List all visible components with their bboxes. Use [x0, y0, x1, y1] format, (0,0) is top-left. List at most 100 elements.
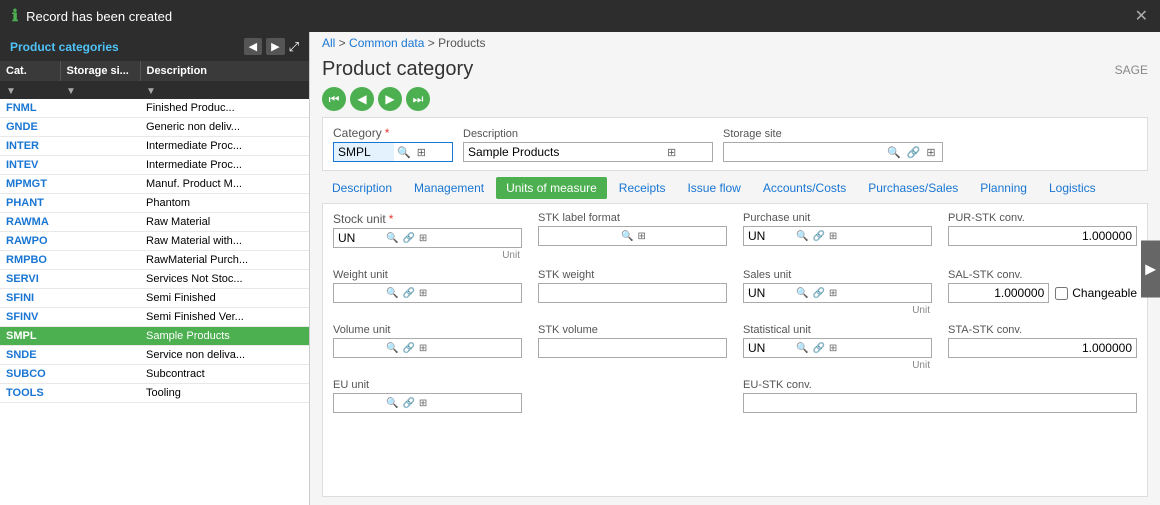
nav-last-button[interactable]: ⏭ — [406, 87, 430, 111]
row-cat: SNDE — [0, 346, 60, 365]
storage-list-icon[interactable]: ⊞ — [923, 146, 938, 159]
stk-weight-input[interactable] — [539, 284, 726, 302]
weight-unit-list-icon[interactable]: ⊞ — [417, 288, 429, 299]
nav-prev-button[interactable]: ◀ — [244, 38, 262, 55]
stock-unit-link-icon[interactable]: 🔗 — [400, 233, 416, 244]
tab-purchases-sales[interactable]: Purchases/Sales — [858, 177, 968, 199]
storage-link-icon[interactable]: 🔗 — [904, 146, 924, 159]
row-cat: MPMGT — [0, 175, 60, 194]
table-row[interactable]: INTERIntermediate Proc... — [0, 137, 309, 156]
sales-unit-list-icon[interactable]: ⊞ — [827, 288, 839, 299]
changeable-checkbox[interactable] — [1055, 287, 1068, 300]
table-row[interactable]: SERVIServices Not Stoc... — [0, 270, 309, 289]
stock-unit-list-icon[interactable]: ⊞ — [417, 233, 429, 244]
category-search-icon[interactable]: 🔍 — [394, 146, 414, 159]
filter-desc-icon[interactable]: ▼ — [146, 86, 156, 97]
statistical-unit-input[interactable] — [744, 339, 794, 357]
eu-unit-link-icon[interactable]: 🔗 — [400, 398, 416, 409]
filter-storage-icon[interactable]: ▼ — [66, 86, 76, 97]
stk-label-format-input[interactable] — [539, 227, 619, 245]
row-storage — [60, 251, 140, 270]
stock-unit-label: Stock unit * — [333, 212, 522, 226]
tab-issue-flow[interactable]: Issue flow — [677, 177, 750, 199]
sta-stk-conv-input[interactable] — [949, 339, 1136, 357]
description-input[interactable] — [464, 143, 664, 161]
stk-label-search-icon[interactable]: 🔍 — [619, 231, 635, 242]
stock-unit-search-icon[interactable]: 🔍 — [384, 233, 400, 244]
close-notification-button[interactable]: ✕ — [1135, 6, 1148, 26]
eu-stk-conv-input[interactable] — [744, 394, 1136, 412]
table-row[interactable]: RAWMARaw Material — [0, 213, 309, 232]
breadcrumb-common-data[interactable]: Common data — [349, 36, 424, 50]
table-row[interactable]: MPMGTManuf. Product M... — [0, 175, 309, 194]
volume-unit-group: Volume unit 🔍 🔗 ⊞ — [333, 324, 522, 371]
expand-button[interactable]: ⤢ — [289, 39, 299, 55]
tab-accounts-costs[interactable]: Accounts/Costs — [753, 177, 856, 199]
table-row[interactable]: SFINVSemi Finished Ver... — [0, 308, 309, 327]
tab-description[interactable]: Description — [322, 177, 402, 199]
statistical-unit-link-icon[interactable]: 🔗 — [810, 343, 826, 354]
eu-unit-input[interactable] — [334, 394, 384, 412]
breadcrumb-all[interactable]: All — [322, 36, 335, 50]
volume-unit-search-icon[interactable]: 🔍 — [384, 343, 400, 354]
tab-receipts[interactable]: Receipts — [609, 177, 676, 199]
stock-unit-input[interactable] — [334, 229, 384, 247]
right-panel: All > Common data > Products Product cat… — [310, 32, 1160, 505]
stk-label-list-icon[interactable]: ⊞ — [635, 231, 647, 242]
table-row[interactable]: TOOLSTooling — [0, 384, 309, 403]
stk-volume-input[interactable] — [539, 339, 726, 357]
sales-unit-search-icon[interactable]: 🔍 — [794, 288, 810, 299]
sal-stk-conv-label: SAL-STK conv. — [948, 269, 1137, 281]
pur-stk-conv-input-row — [948, 226, 1137, 246]
storage-search-icon[interactable]: 🔍 — [884, 146, 904, 159]
purchase-unit-input[interactable] — [744, 227, 794, 245]
volume-unit-link-icon[interactable]: 🔗 — [400, 343, 416, 354]
description-expand-icon[interactable]: ⊞ — [664, 146, 679, 159]
purchase-unit-search-icon[interactable]: 🔍 — [794, 231, 810, 242]
table-row[interactable]: RMPBORawMaterial Purch... — [0, 251, 309, 270]
eu-unit-search-icon[interactable]: 🔍 — [384, 398, 400, 409]
pur-stk-conv-input[interactable] — [949, 227, 1136, 245]
filter-cat-icon[interactable]: ▼ — [6, 86, 16, 97]
tab-units-of-measure[interactable]: Units of measure — [496, 177, 607, 199]
table-row[interactable]: FNMLFinished Produc... — [0, 99, 309, 118]
nav-back-button[interactable]: ◀ — [350, 87, 374, 111]
purchase-unit-list-icon[interactable]: ⊞ — [827, 231, 839, 242]
tab-management[interactable]: Management — [404, 177, 494, 199]
statistical-unit-list-icon[interactable]: ⊞ — [827, 343, 839, 354]
category-field: Category * 🔍 ⊞ — [333, 126, 453, 162]
sal-stk-conv-input[interactable] — [949, 284, 1048, 302]
table-row[interactable]: SNDEService non deliva... — [0, 346, 309, 365]
row-cat: SERVI — [0, 270, 60, 289]
table-row[interactable]: SMPLSample Products — [0, 327, 309, 346]
row-storage — [60, 327, 140, 346]
purchase-unit-label: Purchase unit — [743, 212, 932, 224]
weight-unit-input[interactable] — [334, 284, 384, 302]
table-row[interactable]: RAWPORaw Material with... — [0, 232, 309, 251]
tab-planning[interactable]: Planning — [970, 177, 1037, 199]
row-description: Intermediate Proc... — [140, 137, 309, 156]
sales-unit-input[interactable] — [744, 284, 794, 302]
category-list-icon[interactable]: ⊞ — [414, 146, 429, 159]
storage-site-input[interactable] — [724, 143, 884, 161]
sales-unit-link-icon[interactable]: 🔗 — [810, 288, 826, 299]
nav-next-button[interactable]: ▶ — [266, 38, 284, 55]
nav-forward-button[interactable]: ▶ — [378, 87, 402, 111]
statistical-unit-search-icon[interactable]: 🔍 — [794, 343, 810, 354]
purchase-unit-link-icon[interactable]: 🔗 — [810, 231, 826, 242]
table-row[interactable]: INTEVIntermediate Proc... — [0, 156, 309, 175]
nav-first-button[interactable]: ⏮ — [322, 87, 346, 111]
tab-logistics[interactable]: Logistics — [1039, 177, 1106, 199]
right-scroll-button[interactable]: ▶ — [1141, 240, 1160, 297]
table-row[interactable]: PHANTPhantom — [0, 194, 309, 213]
eu-unit-list-icon[interactable]: ⊞ — [417, 398, 429, 409]
weight-unit-search-icon[interactable]: 🔍 — [384, 288, 400, 299]
weight-unit-link-icon[interactable]: 🔗 — [400, 288, 416, 299]
volume-unit-input[interactable] — [334, 339, 384, 357]
row-storage — [60, 194, 140, 213]
category-input[interactable] — [334, 143, 394, 161]
table-row[interactable]: SFINISemi Finished — [0, 289, 309, 308]
table-row[interactable]: SUBCOSubcontract — [0, 365, 309, 384]
table-row[interactable]: GNDEGeneric non deliv... — [0, 118, 309, 137]
volume-unit-list-icon[interactable]: ⊞ — [417, 343, 429, 354]
